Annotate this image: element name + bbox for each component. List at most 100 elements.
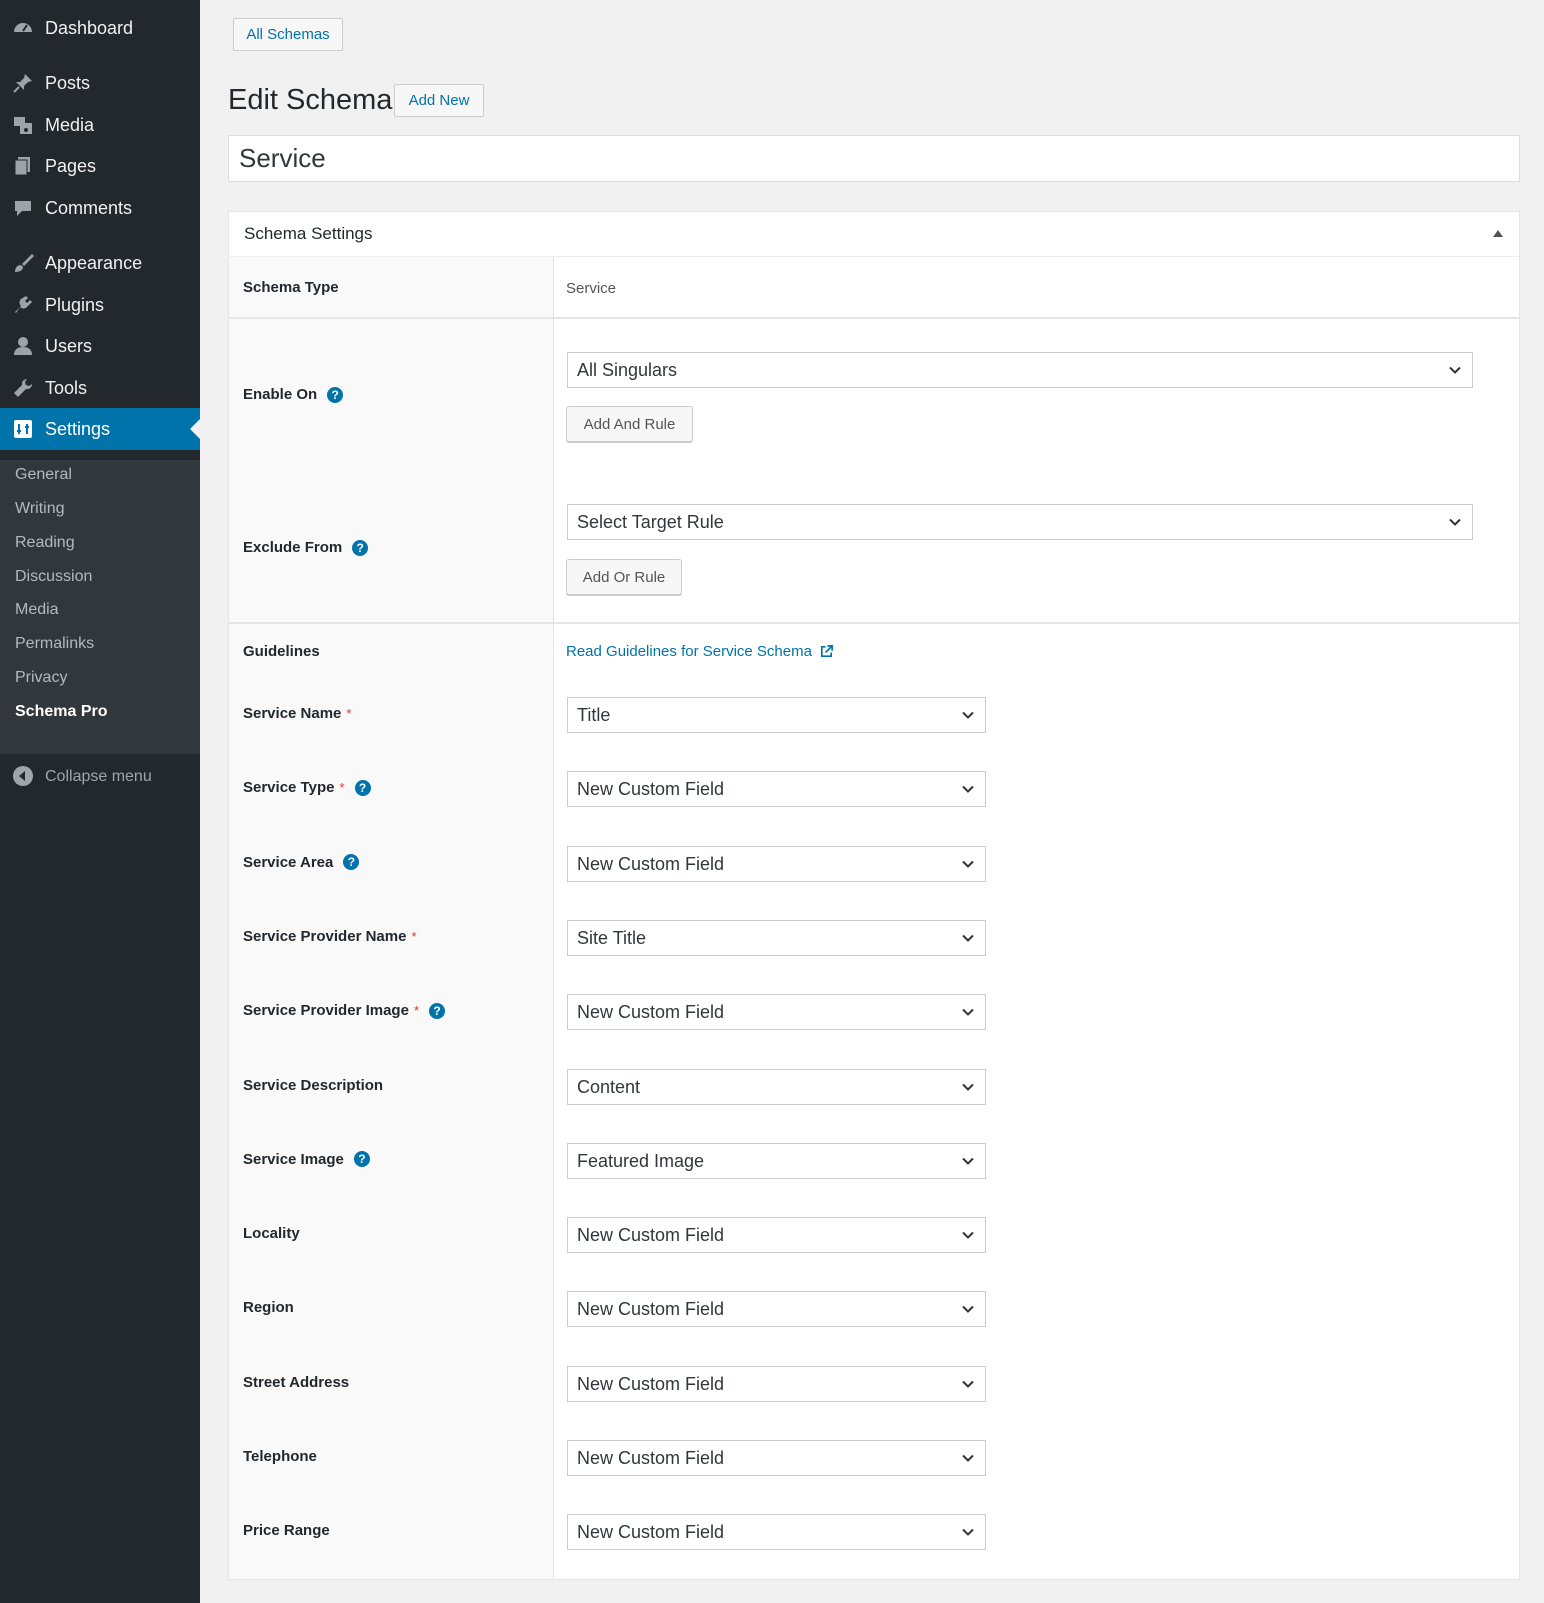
chevron-down-icon <box>961 1005 975 1019</box>
service-name-select[interactable]: Title <box>567 697 986 733</box>
schema-title-input[interactable]: Service <box>228 135 1520 182</box>
locality-label: Locality <box>243 1225 300 1242</box>
chevron-down-icon <box>961 1451 975 1465</box>
sidebar-item-media[interactable]: Media <box>0 104 200 146</box>
service-provider-name-select[interactable]: Site Title <box>567 919 986 956</box>
add-or-rule-button[interactable]: Add Or Rule <box>566 559 682 595</box>
schema-type-label-text: Schema Type <box>243 279 339 296</box>
sidebar-item-appearance[interactable]: Appearance <box>0 242 200 284</box>
telephone-label: Telephone <box>243 1448 317 1465</box>
locality-select-value: New Custom Field <box>577 1225 725 1246</box>
enable-on-select-value: All Singulars <box>577 360 678 380</box>
exclude-from-select[interactable]: Select Target Rule <box>567 504 1473 540</box>
submenu-item-schema-pro[interactable]: Schema Pro <box>15 703 107 721</box>
submenu-item-general[interactable]: General <box>15 466 72 484</box>
service-area-select-value: New Custom Field <box>577 853 725 874</box>
exclude-from-label-text: Exclude From <box>243 539 343 556</box>
submenu-item-discussion[interactable]: Discussion <box>15 568 92 586</box>
panel-title: Schema Settings <box>244 224 373 243</box>
add-and-rule-button[interactable]: Add And Rule <box>566 406 693 442</box>
chevron-down-icon <box>961 931 975 945</box>
service-provider-name-select-value: Site Title <box>577 927 647 948</box>
sidebar-item-label: Plugins <box>45 294 105 315</box>
service-description-select-value: Content <box>577 1076 641 1097</box>
schema-settings-panel: Schema Settings Schema Type Service Enab… <box>228 211 1520 1580</box>
pages-icon <box>12 155 34 177</box>
submenu-item-permalinks[interactable]: Permalinks <box>15 635 94 653</box>
service-name-select-value: Title <box>577 705 611 725</box>
service-description-select[interactable]: Content <box>567 1068 986 1105</box>
brush-icon <box>12 252 34 274</box>
help-icon[interactable]: ? <box>353 1151 370 1168</box>
enable-on-label: Enable On ? <box>243 386 344 403</box>
settings-icon <box>12 418 34 440</box>
price-range-select[interactable]: New Custom Field <box>567 1514 986 1551</box>
guidelines-link[interactable]: Read Guidelines for Service Schema <box>566 643 834 660</box>
help-icon[interactable]: ? <box>429 1002 445 1019</box>
service-provider-name-label-text: Service Provider Name <box>243 927 407 945</box>
service-image-select[interactable]: Featured Image <box>567 1142 986 1179</box>
chevron-down-icon <box>961 1154 975 1168</box>
submenu-item-privacy[interactable]: Privacy <box>15 669 67 687</box>
street-address-select[interactable]: New Custom Field <box>567 1365 986 1402</box>
sidebar-item-label: Users <box>45 335 93 356</box>
schema-type-label: Schema Type <box>243 279 339 296</box>
help-icon[interactable]: ? <box>352 539 369 556</box>
page-title: Edit Schema <box>228 84 393 116</box>
chevron-down-icon <box>961 857 975 871</box>
service-provider-image-select[interactable]: New Custom Field <box>567 994 986 1031</box>
guidelines-link-text: Read Guidelines for Service Schema <box>566 643 812 660</box>
comment-icon <box>12 197 34 219</box>
service-name-label: Service Name * <box>243 705 351 722</box>
service-type-select[interactable]: New Custom Field <box>567 771 986 808</box>
region-select-value: New Custom Field <box>577 1299 725 1320</box>
add-new-button[interactable]: Add New <box>394 84 484 117</box>
chevron-down-icon <box>961 1525 975 1539</box>
region-select[interactable]: New Custom Field <box>567 1291 986 1328</box>
telephone-select-value: New Custom Field <box>577 1448 725 1468</box>
region-label-text: Region <box>243 1299 294 1317</box>
exclude-from-select-value: Select Target Rule <box>577 512 724 532</box>
help-icon[interactable]: ? <box>343 854 360 871</box>
collapse-menu-label: Collapse menu <box>45 768 152 785</box>
price-range-label-text: Price Range <box>243 1522 330 1540</box>
collapse-triangle-icon[interactable] <box>1493 230 1503 237</box>
sidebar-item-posts[interactable]: Posts <box>0 62 200 104</box>
panel-header[interactable]: Schema Settings <box>229 212 1519 257</box>
chevron-down-icon <box>961 1302 975 1316</box>
service-area-select[interactable]: New Custom Field <box>567 845 986 882</box>
collapse-menu-button[interactable]: Collapse menu <box>0 763 200 793</box>
enable-on-select[interactable]: All Singulars <box>567 352 1473 388</box>
chevron-down-icon <box>1448 363 1462 377</box>
dashboard-icon <box>12 17 34 39</box>
sidebar-item-label: Settings <box>45 418 111 439</box>
sidebar-item-dashboard[interactable]: Dashboard <box>0 7 200 49</box>
submenu-item-reading[interactable]: Reading <box>15 534 75 552</box>
service-provider-image-label-text: Service Provider Image <box>243 1002 409 1020</box>
locality-select[interactable]: New Custom Field <box>567 1217 986 1254</box>
row-divider <box>229 317 1519 319</box>
required-asterisk: * <box>411 928 417 944</box>
service-type-label-text: Service Type <box>243 779 335 797</box>
guidelines-label: Guidelines <box>243 643 320 660</box>
help-icon[interactable]: ? <box>327 386 344 403</box>
help-icon[interactable]: ? <box>354 779 371 796</box>
sidebar-item-settings[interactable]: Settings <box>0 408 200 450</box>
sidebar-item-users[interactable]: Users <box>0 325 200 367</box>
submenu-item-writing[interactable]: Writing <box>15 500 65 518</box>
submenu-item-media[interactable]: Media <box>15 601 59 619</box>
service-provider-image-select-value: New Custom Field <box>577 1002 725 1023</box>
service-description-label-text: Service Description <box>243 1076 384 1094</box>
service-provider-image-label: Service Provider Image *? <box>243 1002 445 1019</box>
region-label: Region <box>243 1299 294 1316</box>
price-range-label: Price Range <box>243 1522 330 1539</box>
schema-type-value: Service <box>566 280 617 297</box>
chevron-down-icon <box>1448 515 1462 529</box>
sidebar-item-label: Dashboard <box>45 17 134 38</box>
telephone-select[interactable]: New Custom Field <box>567 1440 986 1476</box>
sidebar-item-pages[interactable]: Pages <box>0 145 200 187</box>
sidebar-item-comments[interactable]: Comments <box>0 187 200 229</box>
sidebar-item-plugins[interactable]: Plugins <box>0 284 200 326</box>
all-schemas-button[interactable]: All Schemas <box>233 18 343 51</box>
sidebar-item-tools[interactable]: Tools <box>0 367 200 409</box>
